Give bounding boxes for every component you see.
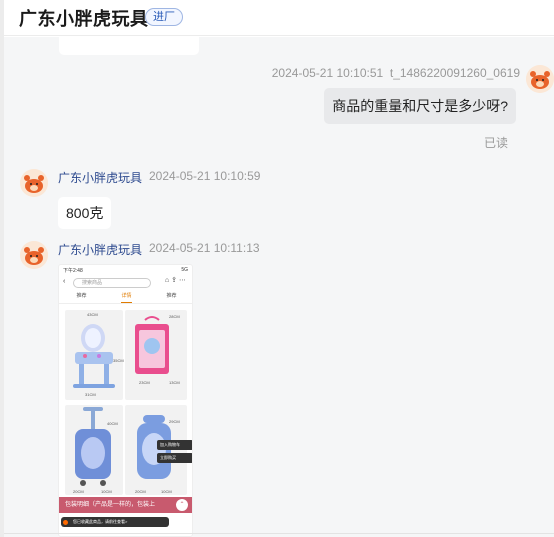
- trolley-case-illustration: [75, 407, 111, 486]
- dimension-label: 23CM: [139, 380, 150, 385]
- chat-header: 广东小胖虎玩具 进厂: [4, 0, 554, 36]
- dimension-label: 31CM: [85, 392, 96, 397]
- read-status: 已读: [483, 136, 508, 150]
- shop-title[interactable]: 广东小胖虎玩具: [19, 5, 149, 31]
- tiger-avatar-icon: [526, 65, 554, 93]
- message-timestamp: 2024-05-21 10:10:59: [149, 169, 261, 183]
- phone-status-signal: 5G: [181, 267, 188, 273]
- phone-popup-cart: 加入购物车: [157, 440, 192, 450]
- outgoing-meta: 2024-05-21 10:10:51 t_1486220091260_0619: [272, 66, 520, 80]
- product-backpack-image: 29CM 20CM 10CM: [125, 405, 187, 495]
- shop-avatar[interactable]: [20, 241, 48, 269]
- dimension-label: 20CM: [135, 489, 146, 494]
- message-timestamp: 2024-05-21 10:11:13: [149, 241, 260, 255]
- dimension-label: 10CM: [161, 489, 172, 494]
- outgoing-timestamp: 2024-05-21 10:10:51: [271, 66, 384, 80]
- box-toy-illustration: [135, 316, 169, 374]
- outgoing-message-bubble[interactable]: 商品的重量和尺寸是多少呀?: [324, 88, 516, 124]
- vanity-toy-illustration: [73, 324, 115, 388]
- tiger-avatar-icon: [20, 169, 48, 197]
- product-trolley-image: 40CM 20CM 10CM: [65, 405, 123, 495]
- previous-message-bubble: [59, 37, 199, 55]
- phone-status-time: 下午2:48: [63, 268, 83, 274]
- dimension-label: 20CM: [73, 489, 84, 494]
- input-divider: [4, 533, 554, 534]
- dimension-label: 13CM: [169, 380, 180, 385]
- back-arrow-icon: ‹: [63, 278, 66, 285]
- incoming-message-bubble[interactable]: 800克: [58, 197, 112, 229]
- shop-avatar[interactable]: [20, 169, 48, 197]
- chat-history[interactable]: 2024-05-21 10:10:51 t_1486220091260_0619…: [4, 37, 554, 537]
- phone-tab: 推荐: [76, 293, 87, 299]
- outgoing-user-id: t_1486220091260_0619: [389, 66, 520, 80]
- dimension-label: 43CM: [87, 312, 98, 317]
- phone-tab-active: 详情: [121, 292, 132, 303]
- phone-popup-buy: 立即购买: [157, 453, 192, 463]
- product-box-image: 28CM 23CM 13CM: [125, 310, 187, 400]
- image-message[interactable]: 下午2:48 5G ‹ 搜索商品 ⌂⇪⋯ 推荐 详情 推荐 43CM 35CM …: [58, 264, 193, 537]
- dimension-label: 28CM: [169, 314, 180, 319]
- dimension-label: 40CM: [107, 421, 118, 426]
- packaging-banner: 包装明细（产品是一样的，包装上: [59, 497, 192, 513]
- dimension-label: 10CM: [101, 489, 112, 494]
- phone-toast: 您已收藏此商品，请前往查看>: [61, 517, 169, 527]
- phone-tabs: 推荐 详情 推荐: [59, 292, 192, 304]
- dimension-label: 35CM: [113, 358, 124, 363]
- user-avatar[interactable]: [526, 65, 554, 93]
- product-vanity-image: 43CM 35CM 31CM: [65, 310, 124, 400]
- sender-name[interactable]: 广东小胖虎玩具: [58, 169, 142, 186]
- shop-tag-badge[interactable]: 进厂: [145, 8, 183, 26]
- sender-name[interactable]: 广东小胖虎玩具: [58, 241, 142, 258]
- phone-search-bar: 搜索商品: [73, 278, 151, 288]
- dimension-label: 29CM: [169, 419, 180, 424]
- phone-tab: 推荐: [166, 293, 177, 299]
- cart-share-icons: ⌂⇪⋯: [164, 277, 188, 284]
- tiger-avatar-icon: [20, 241, 48, 269]
- toast-logo-icon: [63, 520, 68, 525]
- expand-icon: ⌃: [176, 499, 188, 511]
